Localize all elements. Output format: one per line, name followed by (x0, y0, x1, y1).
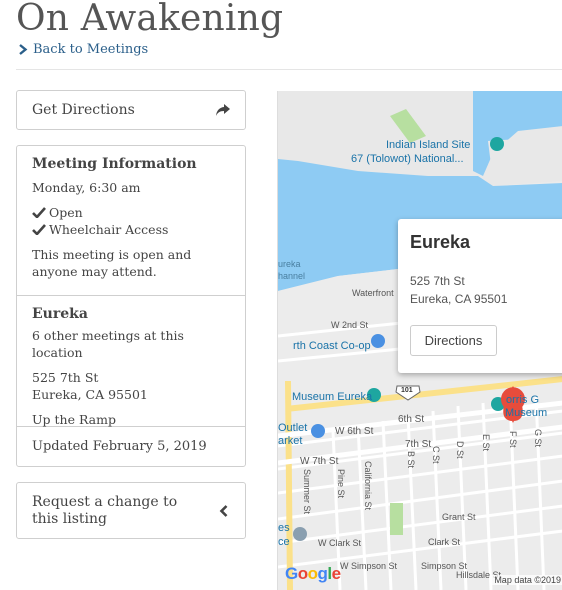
location-notes: Up the Ramp (32, 412, 116, 427)
checkmark-icon (32, 224, 46, 235)
map-label: C St (431, 446, 441, 464)
map-label: Indian Island Site (386, 139, 471, 151)
map-label: rth Coast Co-op (293, 340, 371, 352)
popup-directions-button[interactable]: Directions (410, 325, 497, 356)
request-change-label: Request a change to this listing (32, 493, 178, 527)
map-label: ce (278, 536, 290, 548)
map-label: hannel (278, 271, 306, 281)
map-label: orris G (506, 394, 539, 406)
meeting-details-panel: Meeting Information Monday, 6:30 am Open… (16, 145, 246, 467)
map-label: E St (481, 434, 491, 452)
address-line2: Eureka, CA 95501 (32, 387, 148, 402)
map-label: Grant St (442, 512, 476, 522)
back-to-meetings-link[interactable]: Back to Meetings (18, 42, 148, 57)
get-directions-button[interactable]: Get Directions (16, 90, 246, 130)
map-label: Summer St (302, 469, 312, 515)
map-label: W 7th St (300, 456, 339, 467)
chevron-right-icon (19, 44, 28, 55)
map-label: W Clark St (318, 538, 362, 548)
location-section: Eureka 6 other meetings at this location… (17, 296, 245, 427)
map-label: Museum (505, 407, 548, 419)
updated-section: Updated February 5, 2019 (17, 427, 245, 466)
map-label: Outlet (278, 422, 308, 434)
map-label: Clark St (428, 537, 461, 547)
meeting-time: Monday, 6:30 am (32, 180, 141, 195)
map-label: G St (533, 429, 543, 448)
meeting-info-section: Meeting Information Monday, 6:30 am Open… (17, 146, 245, 296)
popup-title: Eureka (410, 232, 471, 252)
map-label: W 2nd St (331, 320, 369, 330)
share-arrow-icon (216, 104, 230, 116)
meeting-type-item: Wheelchair Access (32, 221, 230, 238)
map-label: Pine St (336, 469, 346, 499)
checkmark-icon (32, 207, 46, 218)
other-meetings-link[interactable]: 6 other meetings at this location (32, 327, 230, 361)
map-label: 7th St (405, 439, 432, 450)
google-logo: Google (285, 564, 341, 583)
map-label: W Simpson St (340, 561, 398, 571)
map-label: 101 (401, 387, 413, 394)
popup-address-line1: 525 7th St (410, 274, 465, 288)
map-label: 67 (Tolowot) National... (351, 153, 464, 165)
map-label: D St (455, 441, 465, 459)
meeting-info-heading: Meeting Information (32, 156, 197, 172)
map-label: California St (363, 461, 373, 511)
map-label: 6th St (398, 414, 425, 425)
meeting-description: This meeting is open and anyone may atte… (32, 247, 192, 279)
map-label: ureka (278, 259, 301, 269)
popup-address-line2: Eureka, CA 95501 (410, 292, 508, 306)
divider (16, 69, 562, 70)
map-label: arket (278, 435, 303, 447)
map[interactable]: Indian Island Site 67 (Tolowot) National… (277, 91, 562, 590)
map-label: F St (508, 431, 518, 448)
map-label: B St (406, 451, 416, 469)
updated-date: Updated February 5, 2019 (32, 439, 207, 454)
request-change-button[interactable]: Request a change to this listing (16, 482, 246, 539)
address-line1: 525 7th St (32, 370, 99, 385)
chevron-left-icon (219, 504, 228, 517)
map-label: Museum Eureka (292, 391, 373, 403)
map-label: es (278, 522, 290, 534)
map-label: W 6th St (335, 426, 374, 437)
get-directions-label: Get Directions (32, 102, 135, 118)
meeting-type-item: Open (32, 204, 230, 221)
map-label: Waterfront (352, 288, 394, 298)
location-name[interactable]: Eureka (32, 306, 230, 323)
back-link-label: Back to Meetings (33, 42, 149, 57)
page-title: On Awakening (16, 0, 284, 39)
map-info-popup: Eureka 525 7th St Eureka, CA 95501 Direc… (398, 219, 562, 373)
map-data-attribution[interactable]: Map data ©2019 (492, 575, 562, 585)
